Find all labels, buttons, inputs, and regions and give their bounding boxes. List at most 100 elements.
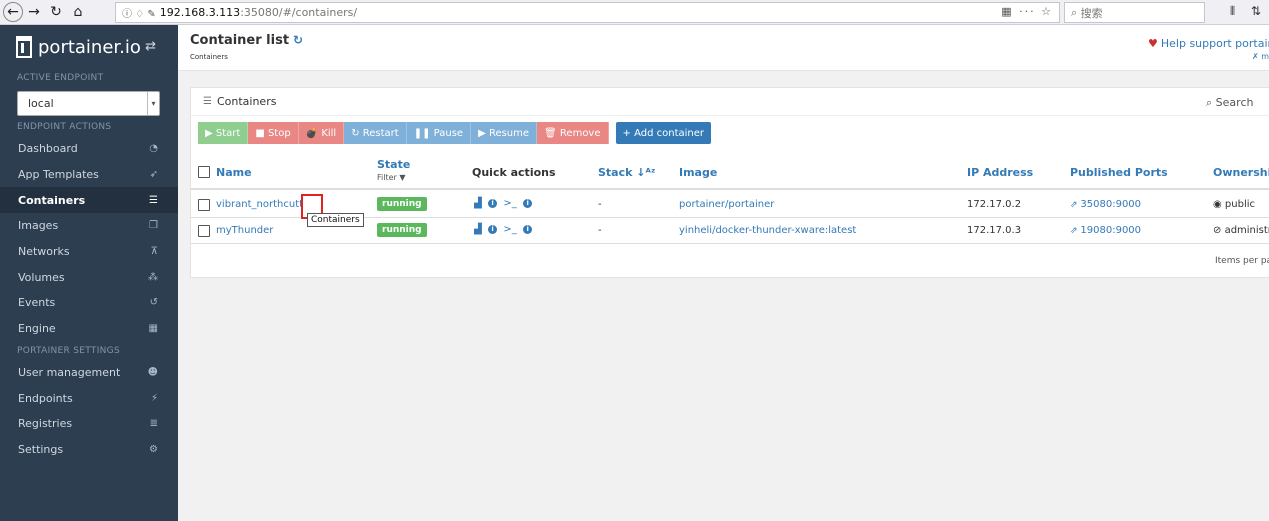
users-icon: ☻ [147,366,158,378]
published-port-link[interactable]: ⇗ 19080:9000 [1070,225,1141,236]
page-title: Container list ↻ [190,33,303,48]
start-button[interactable]: ▶ Start [198,122,249,144]
sidebar-item-label: Registries [18,417,73,431]
external-link-icon: ⇗ [1070,200,1081,210]
stack-value: - [598,199,602,210]
url-host: 192.168.3.113 [159,6,241,19]
sidebar-item-registries[interactable]: Registries ≣ [0,411,178,437]
brand[interactable]: portainer.io ⇄ [0,25,178,69]
url-bar[interactable]: ⓘ ♢ ✎ 192.168.3.113:35080/#/containers/ … [115,2,1060,23]
clone-icon: ❐ [149,220,158,232]
th-icon: ▦ [148,323,158,335]
user-link[interactable]: ✗ m [1252,52,1269,61]
server-icon: ☰ [149,194,158,206]
stats-icon[interactable]: ▟ [474,198,482,209]
stop-button[interactable]: ■ Stop [248,122,299,144]
search-icon: ⌕ [1206,96,1216,109]
endpoint-value: local [28,97,54,110]
page-actions-icon[interactable]: ▦ ··· ☆ [1001,5,1053,18]
brand-text: portainer.io [38,36,141,58]
external-link-icon: ⇗ [1070,226,1081,236]
widget-title: Containers [216,95,277,108]
widget-search[interactable]: ⌕ Search [1206,96,1253,110]
sidebar-item-events[interactable]: Events ↺ [0,290,178,316]
endpoint-select[interactable]: local ▾ [17,91,160,116]
rocket-icon: ➶ [149,169,158,181]
column-quick-actions: Quick actions [472,166,556,179]
back-icon[interactable]: ← [3,2,23,22]
column-ip-address[interactable]: IP Address [967,166,1033,179]
home-icon[interactable]: ⌂ [67,1,89,23]
logs-icon[interactable]: i [523,224,533,234]
browser-search-input[interactable]: ⌕ 搜索 [1064,2,1205,23]
column-ownership[interactable]: Ownership [1213,166,1269,179]
database-icon: ≣ [149,418,158,430]
column-state[interactable]: State [377,158,410,171]
page-header: Container list ↻ Containers ♥ Help support… [178,25,1269,71]
container-name-link[interactable]: vibrant_northcutt [216,199,303,210]
stack-value: - [598,225,602,236]
sidebar-item-volumes[interactable]: Volumes ⁂ [0,264,178,290]
published-port-link[interactable]: ⇗ 35080:9000 [1070,199,1141,210]
sidebar-item-containers[interactable]: Containers ☰ [0,187,178,214]
sidebar-item-app-templates[interactable]: App Templates ➶ [0,162,178,188]
sidebar-item-label: Dashboard [18,142,78,156]
select-all-checkbox[interactable] [198,166,210,178]
kill-button[interactable]: 💣 Kill [298,122,345,144]
port-text: 19080:9000 [1080,225,1142,236]
refresh-icon[interactable]: ↻ [293,33,303,47]
resume-button[interactable]: ▶ Resume [471,122,538,144]
console-icon[interactable]: >_ [503,224,516,235]
sidebar-item-engine[interactable]: Engine ▦ [0,316,178,342]
column-image[interactable]: Image [679,166,717,179]
column-name[interactable]: Name [216,166,252,179]
sidebar-item-networks[interactable]: Networks ⊼ [0,239,178,265]
ip-value: 172.17.0.3 [967,225,1022,236]
portainer-logo-icon [16,36,32,58]
sidebar-item-label: User management [18,365,121,379]
sidebar-item-label: Volumes [18,270,65,284]
table-header: Name State Filter ▼ Quick actions Stack … [191,154,1269,190]
sidebar-item-endpoints[interactable]: Endpoints ⚡ [0,385,178,411]
forward-icon[interactable]: → [23,1,45,23]
plug-icon: ⚡ [150,392,158,404]
sidebar: portainer.io ⇄ ACTIVE ENDPOINT local ▾ E… [0,25,178,521]
sidebar-item-dashboard[interactable]: Dashboard ◔ [0,136,178,162]
search-placeholder: 搜索 [1080,6,1103,20]
browser-toolbar: ← → ↻ ⌂ ⓘ ♢ ✎ 192.168.3.113:35080/#/cont… [0,0,1269,25]
library-icon[interactable]: ⫴ ⇅ [1230,4,1267,19]
widget-header: ☰ Containers ⌕ Search [191,88,1269,116]
restart-button[interactable]: ↻ Restart [344,122,407,144]
row-checkbox[interactable] [198,199,210,211]
site-info-icon[interactable]: ⓘ ♢ ✎ [122,5,156,20]
sidebar-item-label: Settings [18,442,64,456]
add-container-button[interactable]: + Add container [615,122,711,144]
sidebar-toggle-icon[interactable]: ⇄ [145,39,156,54]
logs-icon[interactable]: i [523,198,533,208]
inspect-icon[interactable]: i [488,198,498,208]
help-support-link[interactable]: ♥Help support portaine [1148,37,1269,50]
remove-button[interactable]: 🗑 Remove [537,122,609,144]
row-checkbox[interactable] [198,225,210,237]
sidebar-item-user-management[interactable]: User management ☻ [0,360,178,386]
image-link[interactable]: portainer/portainer [679,199,774,210]
container-name-link[interactable]: myThunder [216,225,273,236]
console-icon[interactable]: >_ [503,198,516,209]
reload-icon[interactable]: ↻ [45,1,67,23]
eye-icon: ◉ [1213,199,1225,210]
tachometer-icon: ◔ [149,143,158,155]
sidebar-item-settings[interactable]: Settings ⚙ [0,437,178,463]
heart-icon: ♥ [1148,37,1158,50]
column-published-ports[interactable]: Published Ports [1070,166,1168,179]
inspect-icon[interactable]: i [488,224,498,234]
cogs-icon: ⚙ [149,443,158,455]
pause-button[interactable]: ❚❚ Pause [406,122,472,144]
quick-actions: ▟ i >_ i [474,198,533,209]
status-badge: running [377,223,427,237]
image-link[interactable]: yinheli/docker-thunder-xware:latest [679,225,856,236]
column-stack[interactable]: Stack ↓ᴬᶻ [598,166,655,179]
stats-icon[interactable]: ▟ [474,224,482,235]
items-per-page-label: Items per page [1215,256,1269,266]
sidebar-item-images[interactable]: Images ❐ [0,213,178,239]
state-filter[interactable]: Filter ▼ [377,173,406,182]
